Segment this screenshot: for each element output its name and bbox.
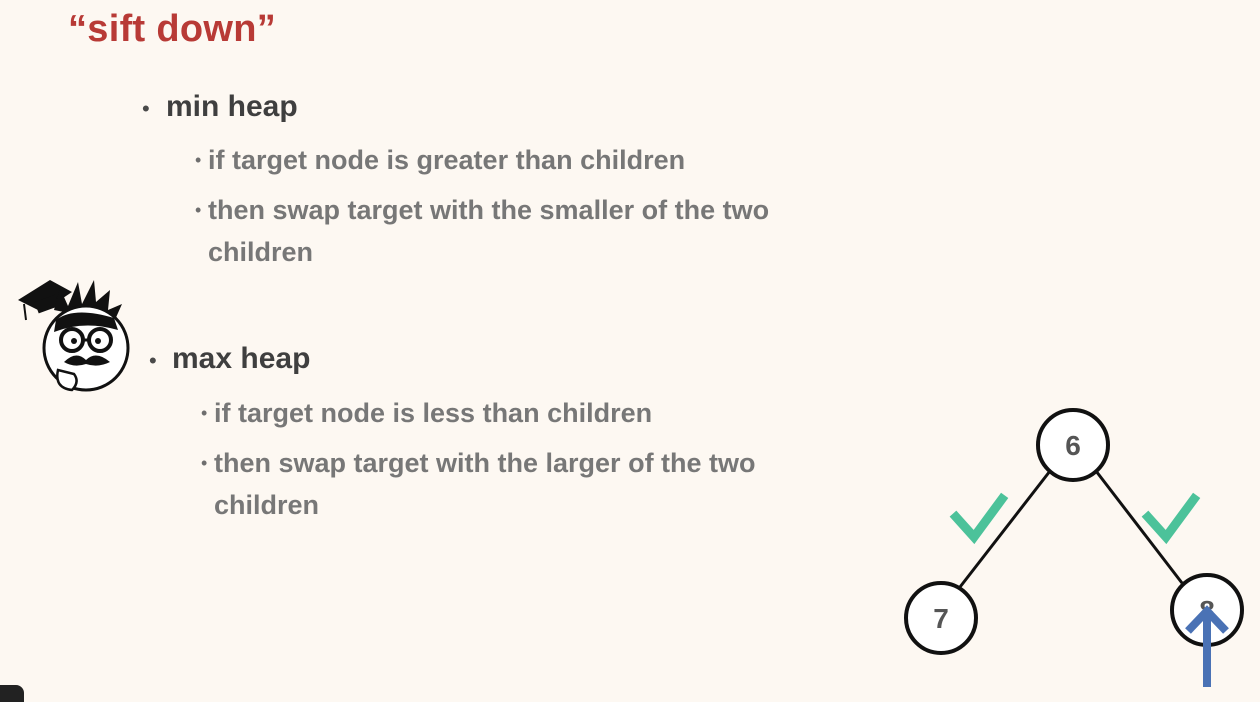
up-arrow-icon	[1185, 605, 1229, 687]
slide-title: “sift down”	[68, 8, 277, 50]
professor-mascot-icon	[18, 280, 130, 392]
root-node-label: 6	[1065, 430, 1081, 461]
min-heap-condition: if target node is greater than children	[208, 145, 686, 175]
max-heap-condition: if target node is less than children	[214, 398, 653, 428]
sub-bullet-dot: •	[201, 403, 208, 423]
bullet-dot: •	[142, 96, 150, 121]
min-heap-action: then swap target with the smaller of the…	[208, 195, 770, 267]
check-icon	[1141, 492, 1201, 545]
tree-node-left: 7	[904, 581, 978, 655]
left-node-label: 7	[933, 603, 949, 634]
sub-bullet-dot: •	[195, 150, 202, 170]
sub-bullet-dot: •	[201, 453, 208, 473]
check-icon	[949, 492, 1009, 545]
heap-tree-diagram: 6 7 8	[904, 408, 1244, 687]
max-heap-heading: max heap	[172, 342, 311, 375]
min-heap-heading: min heap	[166, 90, 298, 123]
sub-bullet-dot: •	[195, 200, 202, 220]
max-heap-action: then swap target with the larger of the …	[214, 448, 756, 520]
tree-edge-left	[958, 470, 1052, 588]
bullet-dot: •	[149, 348, 157, 373]
corner-tab	[0, 685, 24, 702]
tree-node-root: 6	[1036, 408, 1110, 482]
